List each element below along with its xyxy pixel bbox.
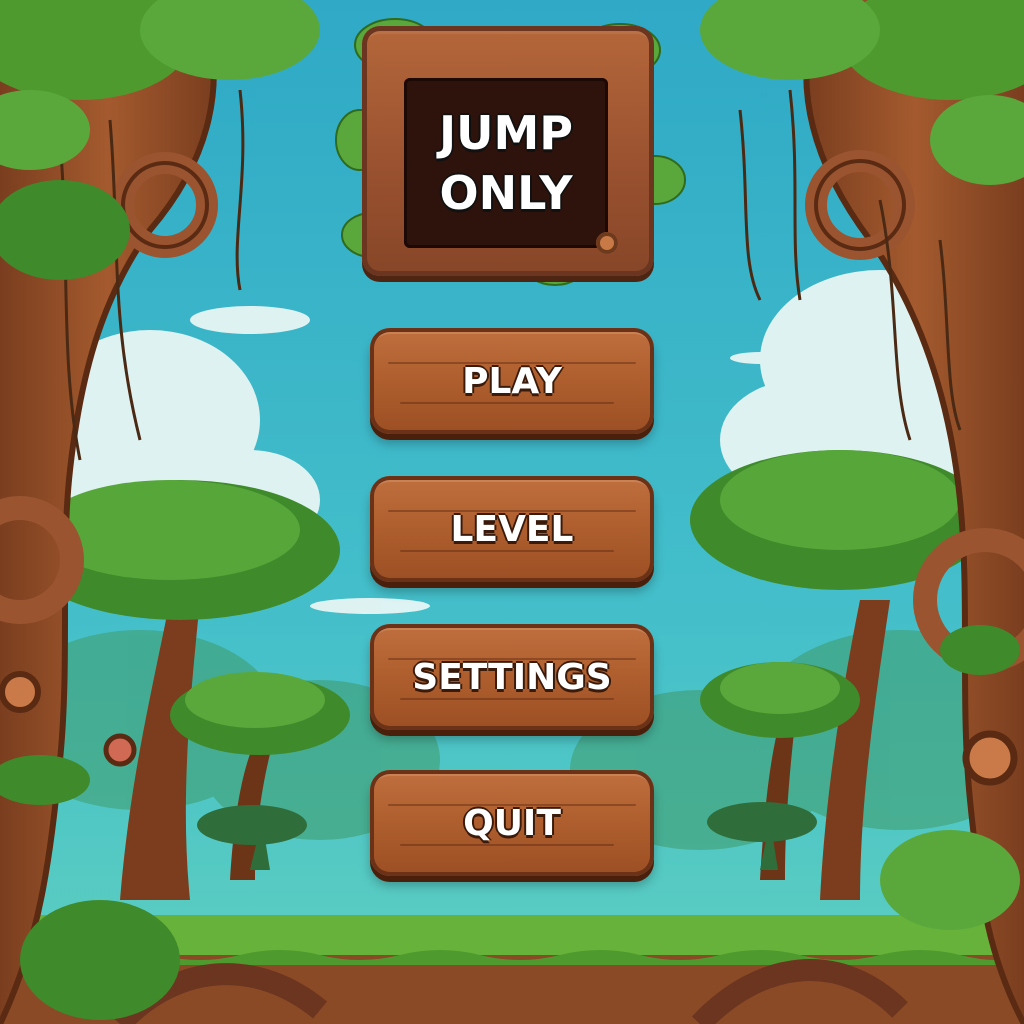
- quit-button-label: QUIT: [463, 802, 561, 844]
- title-board: JUMP ONLY: [404, 78, 608, 248]
- level-button[interactable]: LEVEL: [370, 476, 654, 582]
- settings-button[interactable]: SETTINGS: [370, 624, 654, 730]
- level-button-label: LEVEL: [450, 508, 574, 550]
- play-button[interactable]: PLAY: [370, 328, 654, 434]
- game-title-line-2: ONLY: [439, 166, 573, 220]
- title-sign: JUMP ONLY: [362, 26, 654, 276]
- play-button-label: PLAY: [462, 360, 562, 402]
- jungle-main-menu: JUMP ONLY PLAY LEVEL SETTINGS QUIT: [0, 0, 1024, 1024]
- game-title-line-1: JUMP: [439, 106, 573, 160]
- quit-button[interactable]: QUIT: [370, 770, 654, 876]
- settings-button-label: SETTINGS: [412, 656, 612, 698]
- sign-knob: [596, 232, 618, 254]
